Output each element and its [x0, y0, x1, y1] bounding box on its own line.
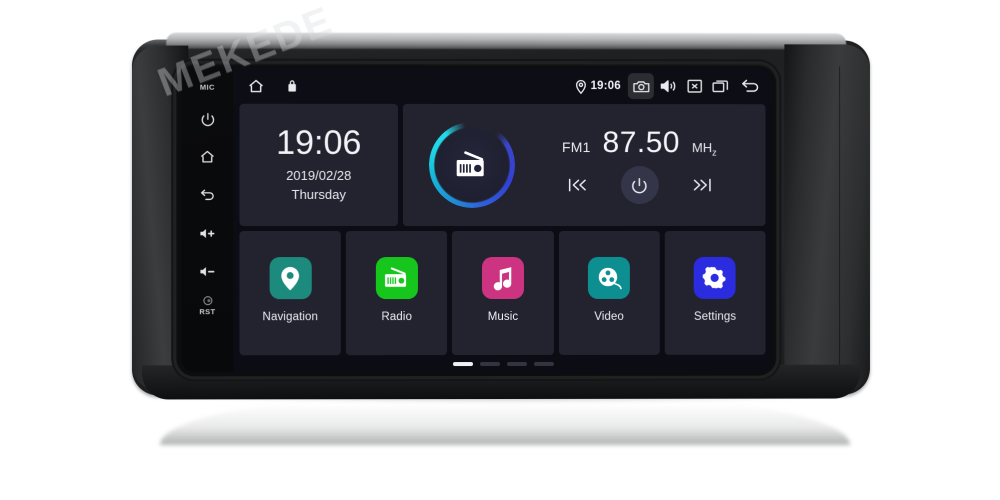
location-pin-icon: [280, 265, 299, 290]
status-recent-apps-icon[interactable]: [710, 78, 732, 94]
status-clock: 19:06: [590, 80, 621, 93]
radio-icon: [384, 267, 406, 287]
radio-frequency-value: 87.50: [602, 126, 680, 160]
hw-volume-up-button[interactable]: [196, 222, 218, 244]
app-label-settings: Settings: [693, 310, 737, 323]
radio-progress-ring: [428, 121, 515, 209]
clock-widget[interactable]: 19:06 2019/02/28 Thursday: [239, 103, 398, 227]
settings-icon-tile: [694, 256, 736, 299]
page-dot[interactable]: [452, 361, 473, 366]
hw-volume-down-button[interactable]: [196, 260, 218, 282]
reset-label: RST: [199, 307, 216, 317]
app-tile-radio[interactable]: Radio: [346, 231, 448, 356]
mic-label: MIC: [199, 82, 215, 92]
navigation-icon-tile: [269, 257, 312, 300]
status-lock-icon[interactable]: [287, 79, 298, 93]
app-tile-music[interactable]: Music: [452, 230, 554, 356]
hw-power-button[interactable]: [196, 108, 218, 130]
app-tile-settings[interactable]: Settings: [664, 230, 766, 355]
widget-row: 19:06 2019/02/28 Thursday FM1 87.50 MHz: [233, 103, 771, 227]
status-volume-icon[interactable]: [658, 78, 680, 94]
app-label-music: Music: [487, 310, 519, 324]
video-icon-tile: [588, 256, 631, 299]
app-label-radio: Radio: [381, 311, 413, 324]
device-seam-line: [839, 66, 841, 378]
android-screen: 19:06 19:06 2019/02/28 Thursday FM1 87.5…: [233, 67, 772, 373]
film-reel-icon: [598, 267, 623, 290]
radio-icon: [456, 151, 484, 177]
radio-next-button[interactable]: [690, 176, 712, 194]
radio-icon-tile: [375, 257, 418, 300]
reset-pinhole-icon: [202, 296, 212, 306]
page-dot[interactable]: [533, 361, 554, 366]
status-location-pin-icon: [575, 79, 587, 94]
device-reflection: [160, 395, 850, 445]
radio-previous-button[interactable]: [566, 176, 588, 194]
app-grid: Navigation Radio Music Video Settings: [233, 226, 771, 356]
touchscreen-glass: MIC RST 19:06 19:06 2019/02/28 Thursday …: [181, 67, 772, 373]
device-top-edge: [166, 32, 847, 50]
car-stereo-head-unit: MIC RST 19:06 19:06 2019/02/28 Thursday …: [131, 32, 870, 400]
hw-back-button[interactable]: [196, 184, 218, 206]
hardware-button-column: MIC RST: [181, 67, 234, 373]
status-home-icon[interactable]: [248, 77, 265, 94]
status-close-box-icon[interactable]: [684, 78, 706, 94]
clock-widget-weekday: Thursday: [291, 187, 346, 203]
app-label-navigation: Navigation: [262, 311, 319, 324]
status-camera-icon[interactable]: [627, 73, 654, 100]
radio-frequency-line: FM1 87.50 MHz: [527, 126, 752, 160]
app-label-video: Video: [594, 310, 624, 323]
radio-unit-main: MH: [691, 140, 713, 156]
screenshot-stage: MIC RST 19:06 19:06 2019/02/28 Thursday …: [0, 0, 1000, 500]
radio-band-label: FM1: [562, 139, 591, 156]
radio-ring-core: [435, 128, 508, 202]
radio-controls-area: FM1 87.50 MHz: [515, 126, 765, 205]
page-dot[interactable]: [479, 361, 500, 366]
radio-frequency-unit: MHz: [692, 140, 717, 158]
clock-widget-date: 2019/02/28: [286, 168, 352, 184]
app-tile-navigation[interactable]: Navigation: [239, 231, 342, 356]
page-indicator: [233, 354, 772, 373]
device-right-edge: [784, 44, 870, 392]
status-back-arrow-icon[interactable]: [738, 78, 762, 95]
hw-reset-button[interactable]: RST: [199, 296, 215, 316]
app-tile-video[interactable]: Video: [558, 230, 660, 355]
music-icon-tile: [481, 256, 524, 300]
hw-home-button[interactable]: [196, 146, 218, 168]
radio-unit-sub: z: [712, 147, 717, 158]
music-note-icon: [493, 266, 512, 290]
page-dot[interactable]: [506, 361, 527, 366]
radio-widget[interactable]: FM1 87.50 MHz: [402, 103, 766, 227]
clock-widget-time: 19:06: [276, 123, 362, 162]
status-bar: 19:06: [233, 67, 772, 105]
radio-power-button[interactable]: [620, 166, 659, 205]
gear-icon: [703, 266, 726, 289]
radio-transport-controls: [527, 166, 752, 205]
